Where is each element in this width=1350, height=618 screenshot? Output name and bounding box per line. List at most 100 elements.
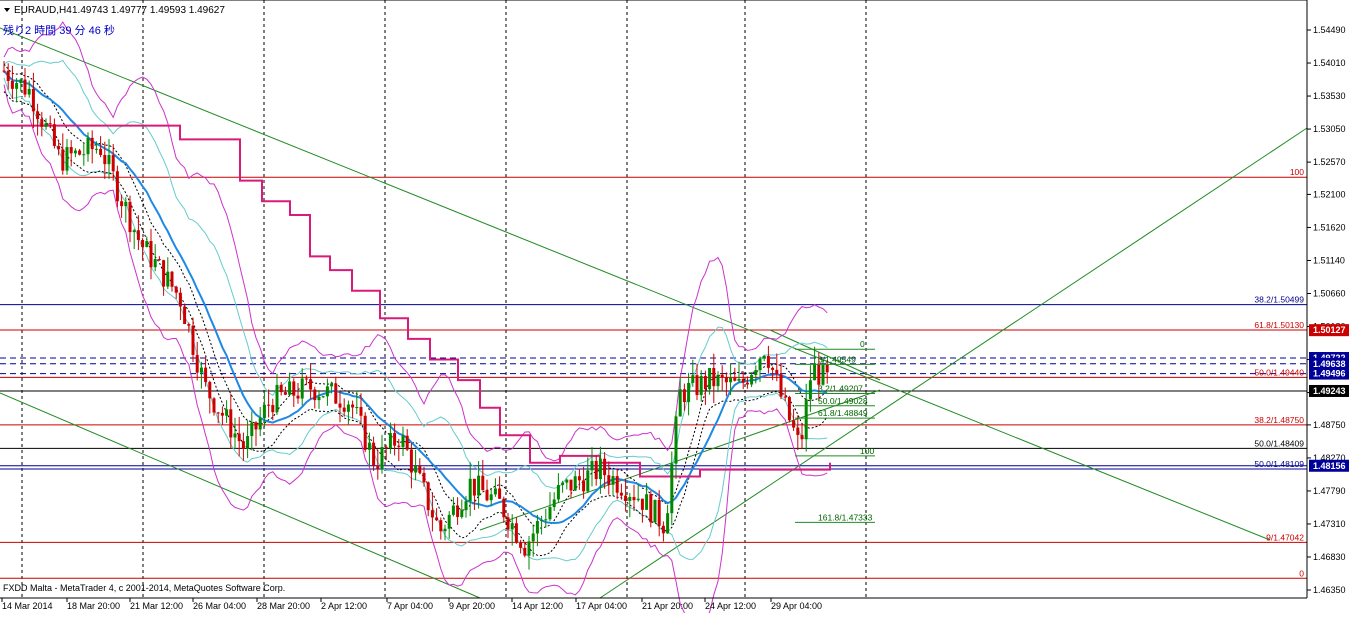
candle-body (52, 124, 56, 146)
x-tick-label: 2 Apr 12:00 (321, 601, 367, 611)
candle-body (708, 367, 712, 390)
price-tag-label: 1.49638 (1313, 359, 1346, 369)
candle-body (506, 517, 510, 530)
candle-body (78, 150, 82, 155)
countdown-label: 残り2 時間 39 分 46 秒 (3, 23, 115, 37)
candle-body (632, 497, 636, 501)
candle-body (288, 381, 292, 395)
candle-body (199, 367, 203, 373)
candle-body (166, 271, 170, 287)
candle-body (414, 465, 418, 473)
candle-body (212, 398, 216, 413)
candle-body (787, 396, 791, 421)
candle-body (674, 416, 678, 464)
candle-body (15, 83, 19, 89)
candle-body (241, 441, 245, 449)
fib-level-label: 61.8/1.50130 (1254, 320, 1304, 330)
candle-body (351, 404, 355, 408)
candle-body (519, 542, 523, 548)
y-tick-label: 1.52100 (1313, 189, 1346, 199)
candle-body (317, 397, 321, 401)
candle-body (447, 514, 451, 529)
symbol-label: EURAUD,H4 (14, 5, 72, 16)
candle-body (170, 271, 174, 287)
copyright-label: FXDD Malta - MetaTrader 4, c 2001-2014, … (3, 583, 285, 593)
candle-body (514, 523, 518, 543)
candle-body (153, 259, 157, 268)
y-tick-label: 1.50660 (1313, 288, 1346, 298)
fib-level-label: 0 (1299, 568, 1304, 578)
small-fib-label: 0 (860, 339, 865, 349)
candle-body (586, 470, 590, 492)
candle-body (783, 396, 787, 398)
y-tick-label: 1.48750 (1313, 420, 1346, 430)
candle-body (44, 123, 48, 127)
candle-body (229, 409, 233, 438)
candle-body (762, 355, 766, 359)
candle-body (766, 355, 770, 368)
y-tick-label: 1.51620 (1313, 222, 1346, 232)
candle-body (225, 409, 229, 416)
candle-body (489, 494, 493, 501)
candle-body (695, 375, 699, 396)
candle-body (195, 354, 199, 373)
candle-body (346, 404, 350, 412)
candle-body (363, 415, 367, 450)
candle-body (619, 492, 623, 496)
candle-body (775, 369, 779, 375)
candle-body (729, 378, 733, 383)
price-tag-label: 1.49496 (1313, 369, 1346, 379)
candle-body (624, 495, 628, 501)
candle-body (745, 382, 749, 385)
candle-body (376, 465, 380, 470)
candle-body (393, 433, 397, 446)
candle-body (493, 488, 497, 495)
candle-body (275, 384, 279, 413)
candle-body (187, 324, 191, 326)
candle-body (191, 325, 195, 355)
candle-body (527, 541, 531, 556)
candle-body (204, 367, 208, 383)
candle-body (57, 145, 61, 150)
candle-body (607, 475, 611, 485)
candle-body (720, 374, 724, 378)
candle-body (90, 137, 94, 150)
candle-body (561, 482, 565, 486)
candle-body (464, 501, 468, 511)
small-fib-label: 3/1.49549 (818, 354, 856, 364)
candle-body (657, 499, 661, 526)
candle-body (271, 405, 275, 413)
candle-body (216, 412, 220, 414)
candle-body (124, 201, 128, 207)
candle-body (800, 434, 804, 440)
candle-body (36, 111, 40, 120)
candle-body (699, 376, 703, 396)
price-chart[interactable]: 100 38.2/1.50499 61.8/1.50130 50.0/1.49440 3… (0, 0, 1350, 618)
candle-body (296, 395, 300, 399)
candle-body (23, 79, 27, 95)
candle-body (582, 480, 586, 492)
candle-body (208, 382, 212, 399)
candle-body (603, 458, 607, 476)
candle-body (334, 383, 338, 404)
candle-body (808, 380, 812, 400)
candle-body (548, 507, 552, 520)
candle-body (813, 363, 817, 381)
candle-body (636, 498, 640, 501)
y-tick-label: 1.54490 (1313, 25, 1346, 35)
fib-level-label: 9/1.47042 (1266, 532, 1304, 542)
candle-body (422, 472, 426, 483)
candle-body (27, 88, 31, 95)
candle-body (678, 389, 682, 417)
chart-window[interactable]: 100 38.2/1.50499 61.8/1.50130 50.0/1.49440 3… (0, 0, 1350, 618)
ohlc-label: 1.49743 1.49777 1.49593 1.49627 (72, 5, 225, 16)
fib-level-label: 38.2/1.48750 (1254, 415, 1304, 425)
candle-body (397, 445, 401, 447)
candle-body (103, 154, 107, 165)
small-fib-label: 3.2/1.49207 (818, 383, 863, 393)
candle-body (405, 435, 409, 450)
candle-body (388, 433, 392, 449)
x-tick-label: 21 Mar 12:00 (130, 601, 183, 611)
candle-body (157, 259, 161, 261)
candle-body (750, 374, 754, 385)
